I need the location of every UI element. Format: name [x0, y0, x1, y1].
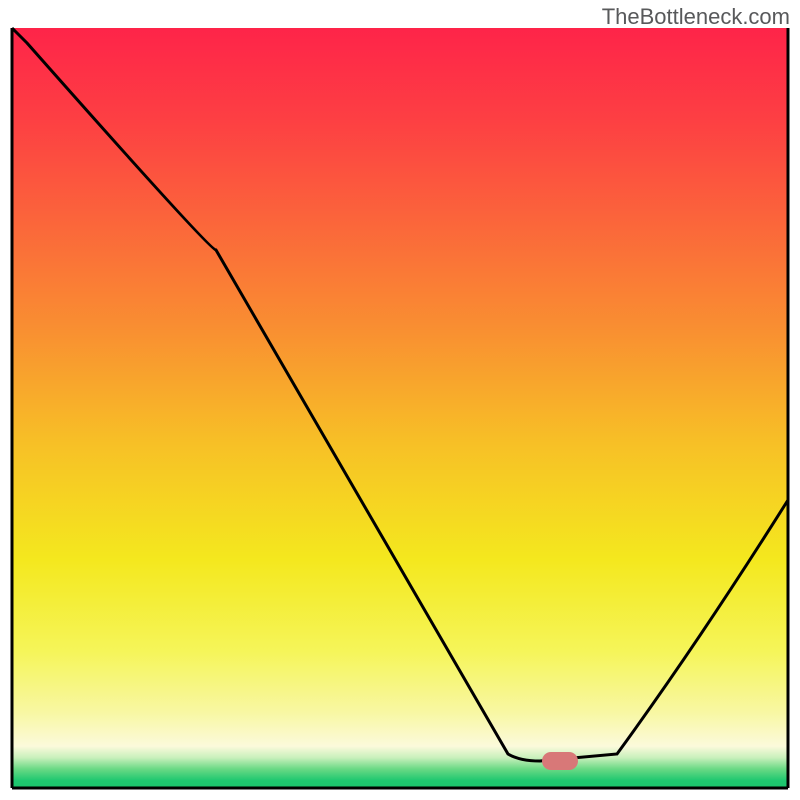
optimal-marker — [542, 752, 578, 770]
plot-background — [12, 28, 788, 788]
watermark-text: TheBottleneck.com — [602, 4, 790, 30]
bottleneck-chart: TheBottleneck.com — [0, 0, 800, 800]
chart-svg — [0, 0, 800, 800]
